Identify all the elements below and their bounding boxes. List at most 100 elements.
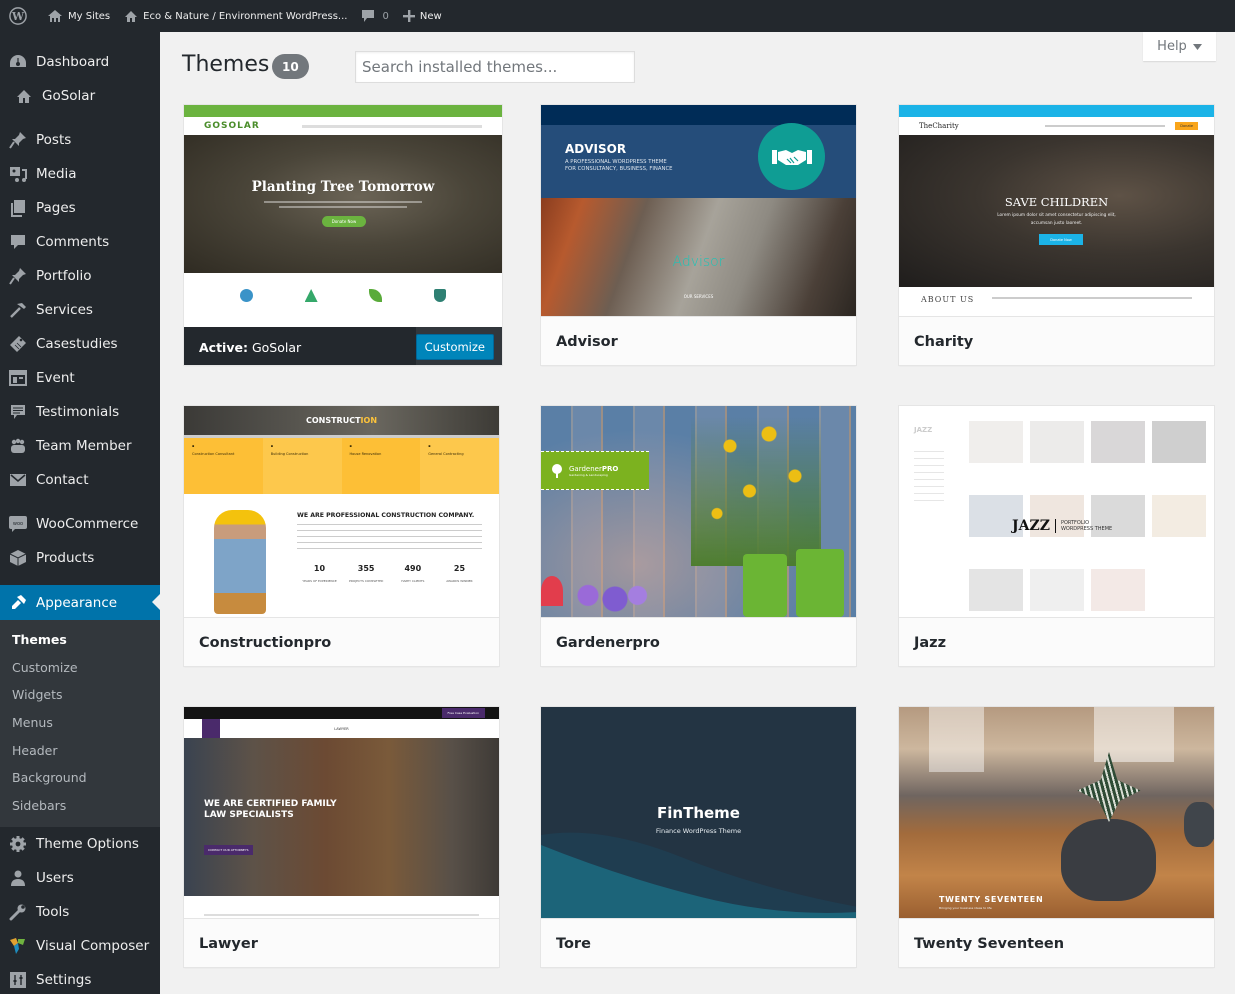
help-button[interactable]: Help <box>1143 32 1216 61</box>
stat-value: 25 <box>453 564 466 573</box>
sidebar-item-services[interactable]: Services <box>0 293 160 327</box>
submenu-item-sidebars[interactable]: Sidebars <box>0 792 160 820</box>
comment-icon <box>8 232 28 252</box>
sidebar-item-label: Portfolio <box>36 268 92 284</box>
new-content-menu[interactable]: New <box>396 0 449 32</box>
sidebar-item-users[interactable]: Users <box>0 861 160 895</box>
sidebar-item-label: Posts <box>36 132 72 148</box>
lawyer-headline-1: WE ARE CERTIFIED FAMILY <box>204 799 337 809</box>
theme-card-gardenerpro[interactable]: GardenerPRO Gardening & Landscaping Gard… <box>540 405 857 667</box>
submenu-item-customize[interactable]: Customize <box>0 654 160 682</box>
wordpress-logo-menu[interactable]: W <box>0 0 40 32</box>
sidebar-item-products[interactable]: Products <box>0 541 160 575</box>
sidebar-item-comments[interactable]: Comments <box>0 225 160 259</box>
submenu-item-menus[interactable]: Menus <box>0 709 160 737</box>
home-icon <box>14 86 34 106</box>
gear-icon <box>8 834 28 854</box>
theme-card-tore[interactable]: FinTheme Finance WordPress Theme Tore <box>540 706 857 968</box>
event-icon <box>8 368 28 388</box>
charity-cta: Donate Now <box>1039 234 1083 245</box>
submenu-item-widgets[interactable]: Widgets <box>0 681 160 709</box>
theme-screenshot[interactable]: TWENTY SEVENTEEN Bringing your business … <box>899 707 1214 918</box>
lawyer-top-cta: Free Case Evaluation <box>441 708 485 718</box>
sidebar-item-label: Media <box>36 166 77 182</box>
theme-card-lawyer[interactable]: Free Case Evaluation LAWYER WE ARE CERTI… <box>183 706 500 968</box>
tag-icon <box>8 334 28 354</box>
sidebar-item-casestudies[interactable]: Casestudies <box>0 327 160 361</box>
submenu-item-background[interactable]: Background <box>0 764 160 792</box>
advisor-subtitle-2: FOR CONSULTANCY, BUSINESS, FINANCE <box>565 166 673 172</box>
new-label: New <box>419 10 442 22</box>
sidebar-item-tools[interactable]: Tools <box>0 895 160 929</box>
sidebar-item-team-member[interactable]: Team Member <box>0 429 160 463</box>
theme-card-twenty-seventeen[interactable]: TWENTY SEVENTEEN Bringing your business … <box>898 706 1215 968</box>
sidebar-item-event[interactable]: Event <box>0 361 160 395</box>
customize-button[interactable]: Customize <box>415 334 494 360</box>
theme-card-advisor[interactable]: ADVISOR A PROFESSIONAL WORDPRESS THEME F… <box>540 104 857 366</box>
sidebar-item-pages[interactable]: Pages <box>0 191 160 225</box>
theme-name: Jazz <box>914 634 947 651</box>
charity-headline: SAVE CHILDREN <box>1004 195 1109 209</box>
pages-icon <box>8 198 28 218</box>
my-sites-label: My Sites <box>68 10 111 22</box>
dashboard-icon <box>8 52 28 72</box>
page-title: Themes <box>182 52 270 77</box>
construction-banner-b: ION <box>360 416 378 425</box>
sidebar-item-gosolar[interactable]: GoSolar <box>0 79 160 113</box>
theme-card-jazz[interactable]: JAZZ JAZZ PORTFOLIO WORDPRESS THEME Jazz <box>898 405 1215 667</box>
hammer-icon <box>8 300 28 320</box>
theme-screenshot[interactable]: FinTheme Finance WordPress Theme <box>541 707 856 918</box>
sidebar-item-posts[interactable]: Posts <box>0 123 160 157</box>
my-sites-menu[interactable]: My Sites <box>40 0 117 32</box>
tree-icon <box>552 463 562 478</box>
theme-screenshot[interactable]: CONSTRUCT ION ▪ Construction Consultant ▪ B… <box>184 406 499 617</box>
sidebar-item-appearance[interactable]: Appearance <box>0 585 160 620</box>
theme-screenshot[interactable]: TheCharity Donate SAVE CHILDREN Lorem ip… <box>899 105 1214 316</box>
theme-screenshot[interactable]: GardenerPRO Gardening & Landscaping <box>541 406 856 617</box>
sidebar-item-label: Pages <box>36 200 76 216</box>
sidebar-item-theme-options[interactable]: Theme Options <box>0 827 160 861</box>
theme-card-charity[interactable]: TheCharity Donate SAVE CHILDREN Lorem ip… <box>898 104 1215 366</box>
sidebar-item-testimonials[interactable]: Testimonials <box>0 395 160 429</box>
site-name-menu[interactable]: Eco & Nature / Environment WordPress... <box>117 0 354 32</box>
comment-icon <box>362 10 375 22</box>
sidebar-item-dashboard[interactable]: Dashboard <box>0 45 160 79</box>
charity-logo: TheCharity <box>919 122 959 130</box>
sidebar-item-contact[interactable]: Contact <box>0 463 160 497</box>
theme-name: Twenty Seventeen <box>914 935 1065 952</box>
theme-name: Gardenerpro <box>556 634 660 651</box>
jazz-logo: JAZZ <box>1012 518 1050 534</box>
sidebar-item-portfolio[interactable]: Portfolio <box>0 259 160 293</box>
themes-page: Themes 10 Help GOSOLAR Planting Tree Tom… <box>160 32 1235 994</box>
stat-value: 355 <box>357 564 375 573</box>
pin-icon <box>8 130 28 150</box>
sidebar-item-label: Event <box>36 370 75 386</box>
sidebar-item-label: Settings <box>36 972 92 989</box>
submenu-item-header[interactable]: Header <box>0 736 160 764</box>
theme-name-bar: Twenty Seventeen <box>899 918 1214 967</box>
theme-screenshot[interactable]: Free Case Evaluation LAWYER WE ARE CERTI… <box>184 707 499 918</box>
theme-card-constructionpro[interactable]: CONSTRUCT ION ▪ Construction Consultant ▪ B… <box>183 405 500 667</box>
sidebar-item-visual-composer[interactable]: Visual Composer <box>0 929 160 963</box>
charity-about-heading: ABOUT US <box>921 295 975 304</box>
construction-worker-image <box>214 510 266 614</box>
theme-screenshot[interactable]: GOSOLAR Planting Tree Tomorrow Donate No… <box>184 105 502 316</box>
my-sites-icon <box>48 10 62 22</box>
wrench-icon <box>8 902 28 922</box>
theme-screenshot[interactable]: ADVISOR A PROFESSIONAL WORDPRESS THEME F… <box>541 105 856 316</box>
comments-menu[interactable]: 0 <box>354 0 395 32</box>
theme-name-bar: Active: GoSolar Customize <box>184 327 502 365</box>
lawyer-cta: CONTACT OUR ATTORNEYS <box>204 845 253 855</box>
sidebar-item-media[interactable]: Media <box>0 157 160 191</box>
sidebar-item-label: Contact <box>36 472 89 488</box>
sidebar-item-settings[interactable]: Settings <box>0 963 160 994</box>
sidebar-item-woocommerce[interactable]: woo WooCommerce <box>0 507 160 541</box>
settings-icon <box>8 970 28 990</box>
submenu-item-themes[interactable]: Themes <box>0 626 160 654</box>
theme-card-gosolar[interactable]: GOSOLAR Planting Tree Tomorrow Donate No… <box>183 104 503 366</box>
construction-service: House Renovation <box>349 452 382 456</box>
search-themes-input[interactable] <box>355 51 635 83</box>
theme-name-bar: Gardenerpro <box>541 617 856 666</box>
sidebar-item-label: Products <box>36 550 95 566</box>
theme-screenshot[interactable]: JAZZ JAZZ PORTFOLIO WORDPRESS THEME <box>899 406 1214 617</box>
